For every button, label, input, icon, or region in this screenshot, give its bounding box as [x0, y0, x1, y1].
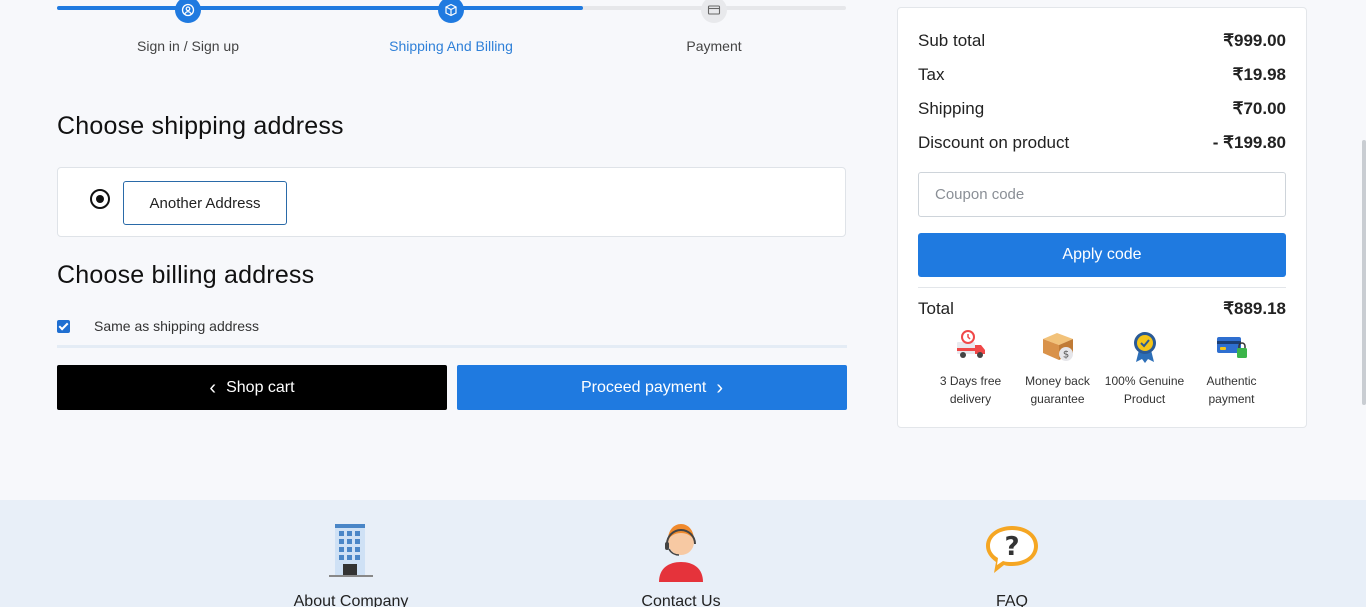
total-value: ₹889.18	[1223, 299, 1286, 318]
footer-faq[interactable]: ? FAQ	[932, 518, 1092, 607]
same-as-shipping-row: Same as shipping address	[57, 318, 259, 334]
another-address-button[interactable]: Another Address	[123, 181, 287, 225]
coupon-input[interactable]	[918, 172, 1286, 217]
shop-cart-button[interactable]: ‹ Shop cart	[57, 365, 447, 410]
billing-title: Choose billing address	[57, 261, 315, 289]
summary-row-subtotal: Sub total ₹999.00	[918, 31, 1286, 51]
feature-text: 100% Genuine Product	[1104, 374, 1185, 406]
building-icon	[329, 524, 373, 577]
svg-text:?: ?	[1004, 532, 1019, 562]
shipping-title: Choose shipping address	[57, 112, 344, 140]
box-icon[interactable]	[438, 0, 464, 23]
user-circle-icon[interactable]	[175, 0, 201, 23]
footer-about-label: About Company	[293, 593, 409, 607]
question-bubble-icon: ?	[986, 526, 1038, 573]
summary-row-tax: Tax ₹19.98	[918, 65, 1286, 85]
summary-divider	[918, 287, 1286, 288]
summary-label: Sub total	[918, 31, 986, 50]
genuine-badge-icon	[1133, 332, 1156, 363]
address-radio[interactable]	[90, 189, 110, 209]
secure-card-icon	[1216, 337, 1247, 358]
footer-about[interactable]: About Company	[271, 518, 431, 607]
summary-value: - ₹199.80	[1212, 133, 1286, 152]
shipping-address-card: Another Address	[57, 167, 846, 237]
footer: About Company Contact Us ? FAQ	[0, 500, 1366, 607]
step-label-signin[interactable]: Sign in / Sign up	[137, 38, 239, 54]
step-label-payment[interactable]: Payment	[686, 38, 741, 54]
summary-value: ₹999.00	[1223, 31, 1286, 50]
proceed-payment-label: Proceed payment	[580, 378, 707, 396]
divider	[57, 345, 847, 348]
footer-faq-label: FAQ	[995, 593, 1028, 607]
summary-value: ₹70.00	[1232, 99, 1286, 118]
summary-row-discount: Discount on product - ₹199.80	[918, 133, 1286, 153]
total-label: Total	[918, 299, 954, 318]
footer-contact[interactable]: Contact Us	[601, 518, 761, 607]
proceed-payment-button[interactable]: Proceed payment ›	[457, 365, 847, 410]
shop-cart-label: Shop cart	[226, 378, 295, 396]
checkout-stepper: Sign in / Sign up Shipping And Billing P…	[57, 0, 847, 60]
order-summary: Sub total ₹999.00 Tax ₹19.98 Shipping ₹7…	[897, 7, 1307, 428]
chevron-right-icon: ›	[716, 376, 724, 399]
feature-item: 3 Days free delivery	[927, 328, 1014, 408]
same-as-shipping-checkbox[interactable]	[57, 319, 70, 333]
feature-text: Authentic payment	[1206, 374, 1257, 406]
feature-item: Authentic payment	[1188, 328, 1275, 408]
card-icon[interactable]	[701, 0, 727, 23]
summary-row-total: Total ₹889.18	[918, 299, 1286, 319]
chevron-left-icon: ‹	[209, 376, 217, 399]
scrollbar[interactable]	[1362, 140, 1366, 405]
support-agent-icon	[659, 524, 703, 582]
feature-list: 3 Days free delivery $ Money back guarante…	[927, 328, 1277, 408]
summary-value: ₹19.98	[1232, 65, 1286, 84]
summary-label: Discount on product	[918, 133, 1070, 152]
feature-item: 100% Genuine Product	[1101, 328, 1188, 408]
money-box-icon: $	[1042, 333, 1073, 361]
summary-row-shipping: Shipping ₹70.00	[918, 99, 1286, 119]
svg-text:$: $	[1062, 350, 1068, 361]
apply-code-button[interactable]: Apply code	[918, 233, 1286, 277]
feature-item: $ Money back guarantee	[1014, 328, 1101, 408]
step-progress	[57, 6, 583, 10]
same-as-shipping-label[interactable]: Same as shipping address	[94, 318, 259, 334]
summary-label: Shipping	[918, 99, 985, 118]
feature-text: 3 Days free delivery	[939, 374, 1002, 406]
summary-label: Tax	[918, 65, 945, 84]
delivery-truck-icon	[956, 330, 985, 358]
footer-contact-label: Contact Us	[641, 593, 721, 607]
step-label-shipping[interactable]: Shipping And Billing	[389, 38, 513, 54]
feature-text: Money back guarantee	[1025, 374, 1090, 406]
